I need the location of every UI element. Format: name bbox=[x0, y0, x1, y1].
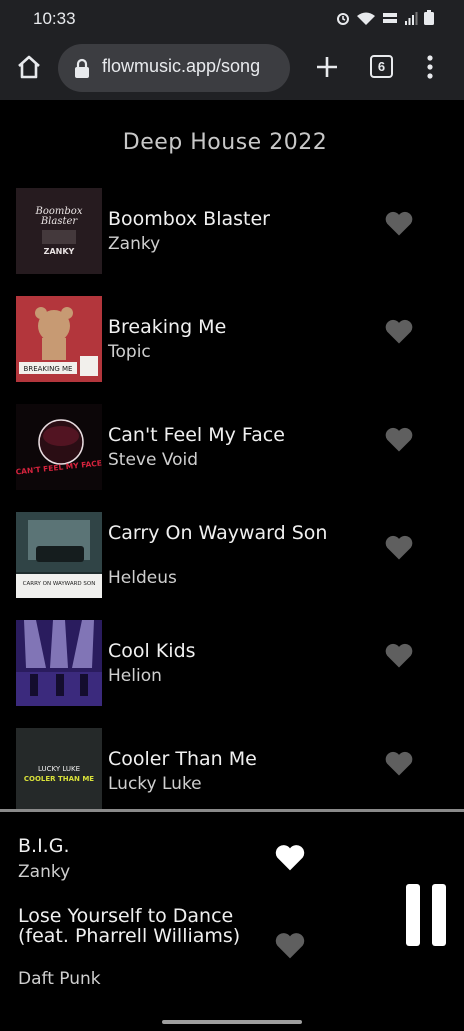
song-artist: Heldeus bbox=[108, 568, 177, 588]
current-song-artist: Zanky bbox=[18, 862, 71, 882]
home-button[interactable] bbox=[14, 52, 44, 82]
new-tab-button[interactable] bbox=[312, 52, 342, 82]
tab-switcher-button[interactable]: 6 bbox=[370, 55, 393, 78]
cover-text: CARRY ON WAYWARD SON bbox=[23, 581, 96, 587]
status-icons bbox=[336, 10, 434, 29]
song-title: Cool Kids bbox=[108, 640, 196, 662]
song-row[interactable]: Cool Kids Helion bbox=[16, 620, 446, 706]
song-artist: Topic bbox=[108, 342, 151, 362]
system-nav-bar bbox=[0, 1007, 464, 1031]
browser-toolbar: flowmusic.app/song 6 bbox=[0, 38, 464, 100]
album-cover: LUCKY LUKE COOLER THAN ME bbox=[16, 728, 102, 810]
playlist-title: Deep House 2022 bbox=[122, 130, 328, 155]
wifi-icon bbox=[356, 10, 376, 29]
song-title: Carry On Wayward Son bbox=[108, 522, 328, 544]
song-artist: Helion bbox=[108, 666, 162, 686]
gesture-handle[interactable] bbox=[162, 1020, 302, 1024]
song-artist: Lucky Luke bbox=[108, 774, 202, 794]
song-row[interactable]: BREAKING ME Breaking Me Topic bbox=[16, 296, 446, 382]
heart-icon[interactable] bbox=[384, 749, 414, 777]
more-menu-icon bbox=[427, 55, 433, 79]
home-icon bbox=[18, 55, 40, 79]
browser-menu-button[interactable] bbox=[425, 54, 435, 80]
next-song-artist: Daft Punk bbox=[18, 969, 101, 989]
cover-text: LUCKY LUKE bbox=[38, 765, 80, 773]
cover-text: Blaster bbox=[40, 216, 79, 227]
signal-icon bbox=[404, 10, 418, 29]
song-row[interactable]: CARRY ON WAYWARD SON Carry On Wayward So… bbox=[16, 512, 446, 598]
lock-icon bbox=[75, 58, 89, 78]
song-title: Breaking Me bbox=[108, 316, 227, 338]
current-song-title[interactable]: B.I.G. bbox=[18, 836, 248, 856]
next-song-title[interactable]: Lose Yourself to Dance (feat. Pharrell W… bbox=[18, 906, 248, 946]
tab-count: 6 bbox=[377, 59, 386, 74]
heart-icon[interactable] bbox=[274, 930, 306, 960]
alarm-icon bbox=[336, 10, 350, 29]
album-cover: CARRY ON WAYWARD SON bbox=[16, 512, 102, 598]
cover-text: ZANKY bbox=[44, 247, 75, 256]
heart-icon[interactable] bbox=[384, 317, 414, 345]
song-artist: Steve Void bbox=[108, 450, 199, 470]
song-title: Can't Feel My Face bbox=[108, 424, 285, 446]
pause-icon bbox=[406, 884, 420, 946]
heart-icon[interactable] bbox=[384, 209, 414, 237]
song-title: Cooler Than Me bbox=[108, 748, 257, 770]
song-row[interactable]: LUCKY LUKE COOLER THAN ME Cooler Than Me… bbox=[16, 728, 446, 810]
status-time: 10:33 bbox=[33, 9, 76, 28]
album-cover: Boombox Blaster ZANKY bbox=[16, 188, 102, 274]
volte-lte-icon bbox=[382, 10, 398, 29]
song-artist: Zanky bbox=[108, 234, 161, 254]
plus-icon bbox=[317, 57, 337, 77]
heart-icon[interactable] bbox=[384, 641, 414, 669]
song-row[interactable]: Boombox Blaster ZANKY Boombox Blaster Za… bbox=[16, 188, 446, 274]
heart-icon[interactable] bbox=[274, 842, 306, 872]
cover-text: BREAKING ME bbox=[24, 365, 73, 373]
album-cover bbox=[16, 620, 102, 706]
pause-button[interactable] bbox=[406, 884, 448, 946]
address-bar[interactable]: flowmusic.app/song bbox=[58, 44, 290, 92]
song-row[interactable]: CAN'T FEEL MY FACE Can't Feel My Face St… bbox=[16, 404, 446, 490]
battery-icon bbox=[424, 10, 434, 29]
album-cover: CAN'T FEEL MY FACE bbox=[16, 404, 102, 490]
url-text: flowmusic.app/song bbox=[102, 56, 261, 76]
pause-icon bbox=[432, 884, 446, 946]
mini-player: B.I.G. Zanky Lose Yourself to Dance (fea… bbox=[0, 812, 464, 1007]
playlist-page: Deep House 2022 Boombox Blaster ZANKY Bo… bbox=[0, 100, 464, 810]
status-bar: 10:33 bbox=[0, 0, 464, 38]
album-cover: BREAKING ME bbox=[16, 296, 102, 382]
heart-icon[interactable] bbox=[384, 425, 414, 453]
heart-icon[interactable] bbox=[384, 533, 414, 561]
cover-text: COOLER THAN ME bbox=[24, 775, 94, 783]
song-title: Boombox Blaster bbox=[108, 208, 270, 230]
